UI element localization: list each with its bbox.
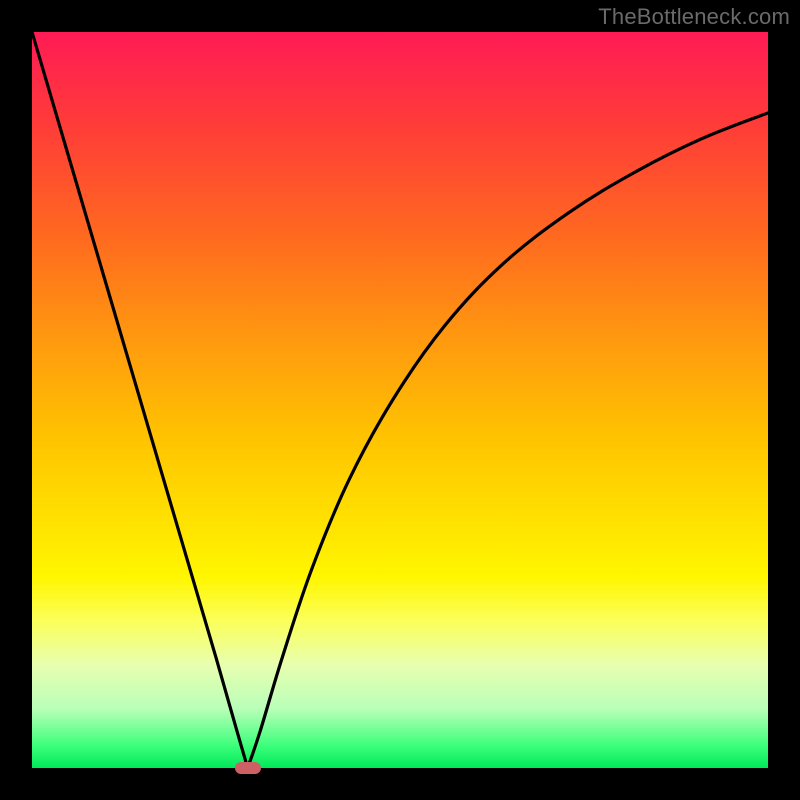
curve-layer — [32, 32, 768, 768]
attribution-text: TheBottleneck.com — [598, 4, 790, 30]
left-branch-curve — [32, 32, 248, 768]
chart-frame: TheBottleneck.com — [0, 0, 800, 800]
right-branch-curve — [248, 113, 768, 768]
min-point-marker — [235, 762, 261, 774]
plot-area — [32, 32, 768, 768]
